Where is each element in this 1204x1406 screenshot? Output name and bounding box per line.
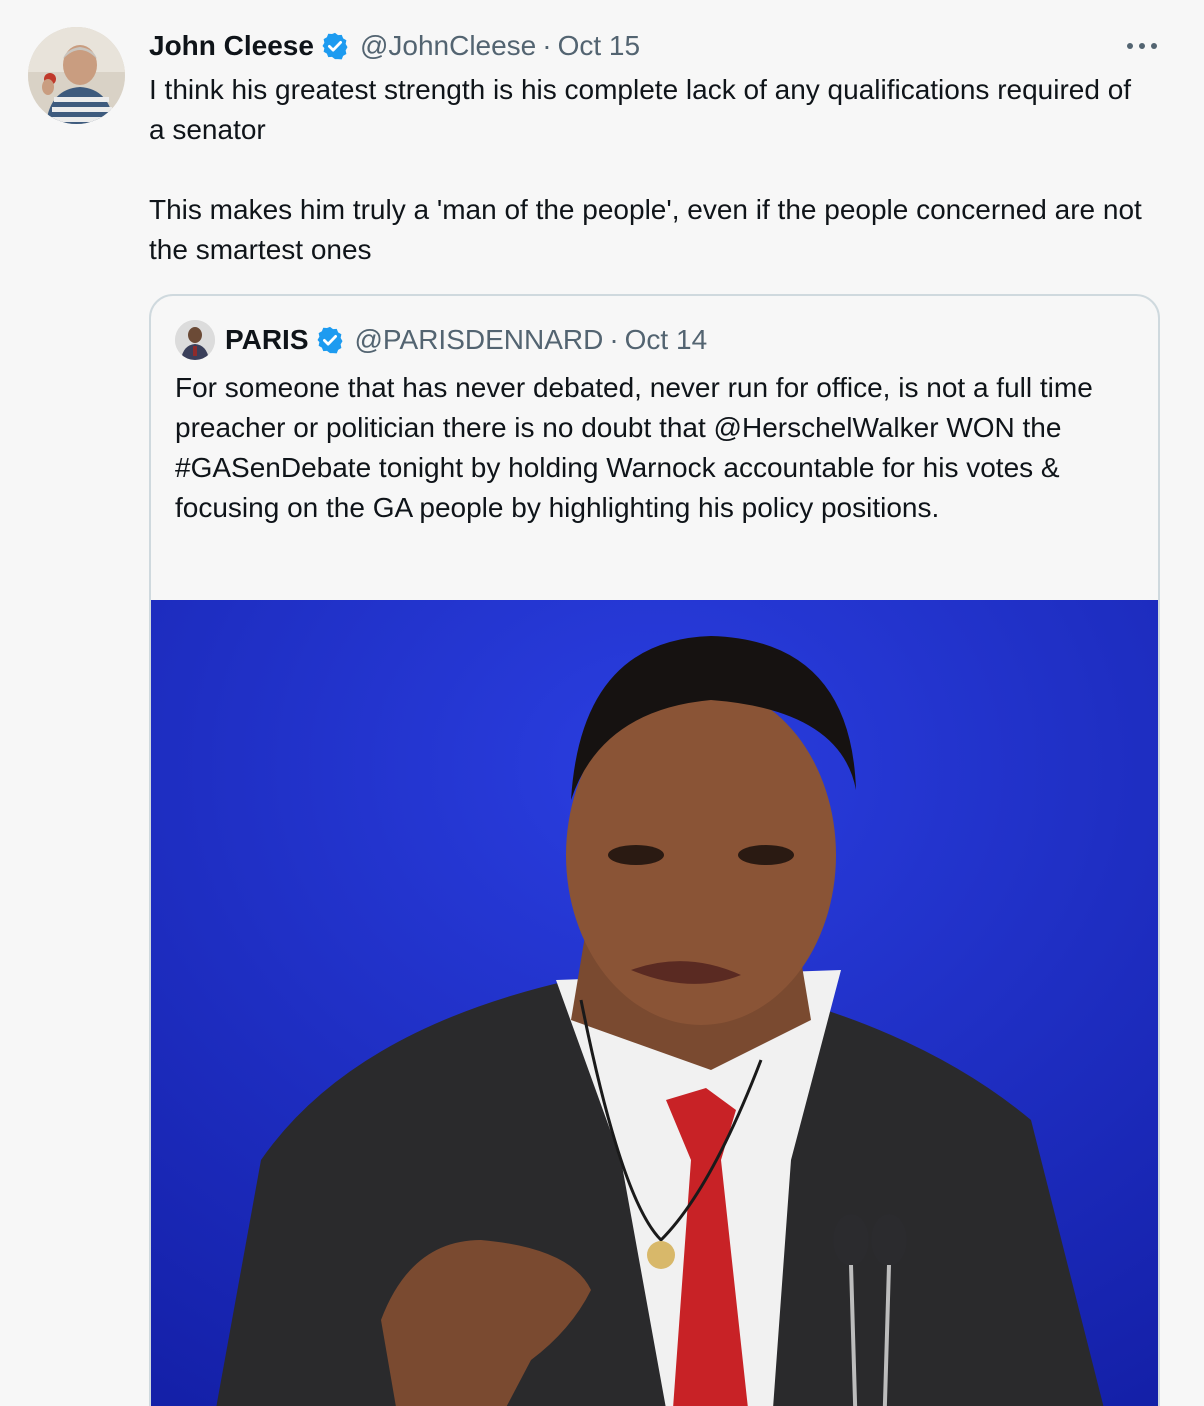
quoted-tweet-text: For someone that has never debated, neve… (175, 372, 1093, 523)
more-options-icon[interactable] (1120, 28, 1164, 64)
quoted-header-separator: · (609, 324, 619, 355)
author-avatar[interactable] (28, 27, 125, 124)
author-handle[interactable]: @JohnCleese (360, 30, 536, 62)
quoted-author-avatar[interactable] (175, 320, 215, 360)
verified-badge-icon (320, 31, 350, 61)
quoted-author-handle[interactable]: @PARISDENNARD (355, 324, 604, 356)
tweet-header: John Cleese @JohnCleese · Oct 15 (149, 26, 640, 66)
quoted-author-name[interactable]: PARIS (225, 324, 309, 356)
verified-badge-icon (315, 325, 345, 355)
tweet-paragraph: This makes him truly a 'man of the peopl… (149, 194, 1142, 265)
tweet-text: I think his greatest strength is his com… (149, 70, 1149, 270)
quoted-tweet-date[interactable]: Oct 14 (625, 324, 707, 356)
header-separator: · (542, 30, 552, 61)
tweet-date[interactable]: Oct 15 (558, 30, 640, 62)
quoted-tweet-photo[interactable] (151, 600, 1158, 1406)
quoted-tweet[interactable]: PARIS @PARISDENNARD · Oct 14 For someone… (149, 294, 1160, 1406)
author-name[interactable]: John Cleese (149, 30, 314, 62)
tweet[interactable]: John Cleese @JohnCleese · Oct 15 I think… (0, 0, 1204, 1406)
tweet-paragraph: I think his greatest strength is his com… (149, 74, 1132, 145)
quoted-tweet-header: PARIS @PARISDENNARD · Oct 14 (175, 320, 707, 360)
